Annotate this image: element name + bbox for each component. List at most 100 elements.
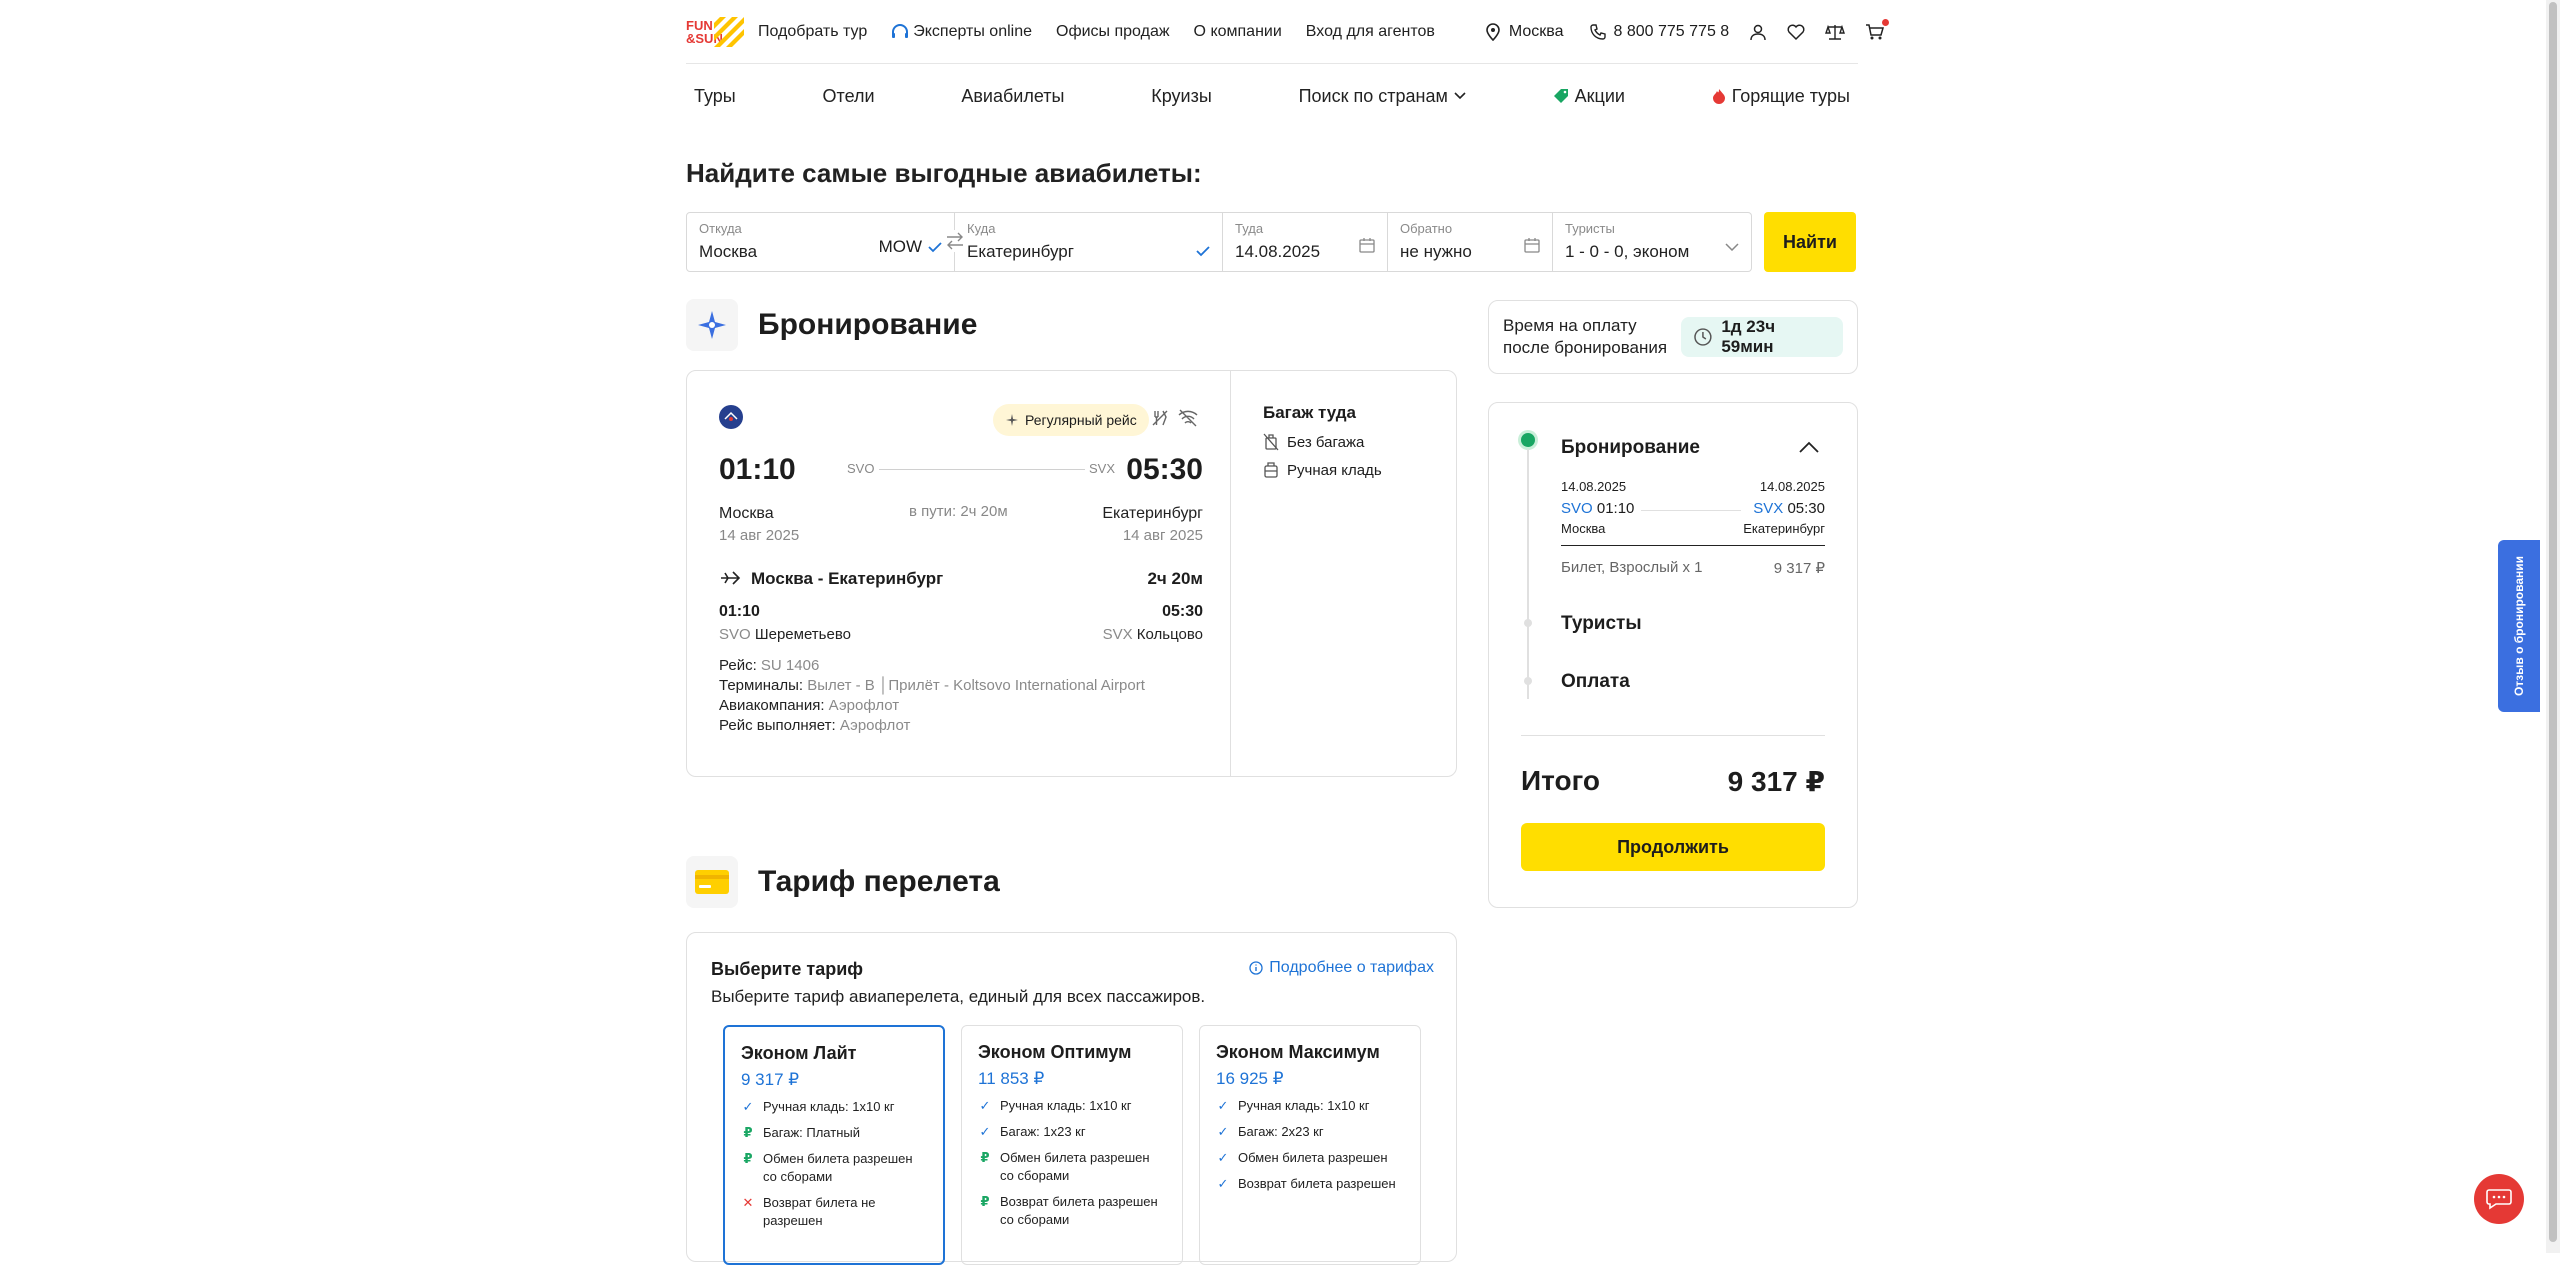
tariff-more-link[interactable]: Подробнее о тарифах [1249,959,1434,977]
plan-feature: ✓ Возврат билета разрешен [1216,1175,1404,1193]
total-label: Итого [1521,765,1600,796]
logo[interactable]: FUN &SUN [686,14,744,50]
feature-text: Обмен билета разрешен со сборами [1000,1150,1150,1183]
summary-total-separator [1521,735,1825,736]
travel-duration: в пути: 2ч 20м [909,503,1008,520]
arrival-city: Екатеринбург [1102,505,1203,522]
booking-section-title: Бронирование [686,299,977,351]
back-date-field[interactable]: Обратно не нужно [1388,212,1553,272]
step-booking-dot [1521,433,1535,447]
hand-luggage-icon [1264,462,1278,478]
top-nav-offices[interactable]: Офисы продаж [1056,23,1170,41]
phone-link[interactable]: 8 800 775 775 8 [1589,23,1729,41]
top-nav-agents-login[interactable]: Вход для агентов [1306,23,1435,41]
plan-feature: ✕ Возврат билета не разрешен [741,1194,927,1230]
ruble-icon: ₽ [980,1194,990,1209]
regular-flight-badge: Регулярный рейс [993,404,1149,436]
phone-icon [1589,23,1606,40]
calendar-icon [1359,238,1375,253]
page-scrollbar[interactable] [2546,0,2560,1253]
order-summary: Бронирование 14.08.2025 14.08.2025 SVO 0… [1488,402,1858,908]
departure-plane-icon [721,571,741,585]
route-line [879,469,1085,470]
plan-price: 11 853 ₽ [978,1069,1045,1088]
user-button[interactable] [1749,23,1767,41]
departure-code: SVO [847,461,875,476]
top-bar: FUN &SUN Подобрать тур Эксперты online Оф… [686,0,1890,64]
back-right [1524,237,1540,253]
flight-card-divider [1230,371,1231,776]
hand-luggage-label: Ручная кладь [1287,461,1382,479]
departure-date: 14 авг 2025 [719,527,800,544]
swap-button[interactable] [944,230,966,252]
top-nav-find-tour[interactable]: Подобрать тур [758,23,867,41]
operated-value: Аэрофлот [839,717,911,734]
segment-departure-airport: SVO Шереметьево [719,626,851,643]
plan-price: 16 925 ₽ [1216,1069,1284,1088]
feature-text: Возврат билета разрешен со сборами [1000,1194,1158,1227]
to-field[interactable]: Куда Екатеринбург [955,212,1223,272]
top-nav-about[interactable]: О компании [1194,23,1282,41]
ruble-icon: ₽ [980,1150,990,1165]
nav-search-countries-label: Поиск по странам [1298,85,1448,106]
airline-row: Авиакомпания: Аэрофлот [719,697,899,714]
credit-card-icon [695,870,729,894]
flight-number-label: Рейс: [719,657,757,674]
airplane-icon [698,311,726,339]
nav-hot-tours[interactable]: Горящие туры [1712,86,1850,107]
ruble-icon: ₽ [743,1151,753,1166]
chat-bubble-icon [2486,1189,2512,1210]
flight-number-row: Рейс: SU 1406 [719,657,819,674]
summary-arr-time: 05:30 [1787,500,1825,517]
nav-cruises[interactable]: Круизы [1151,86,1212,107]
plan-feature: ✓ Багаж: 1x23 кг [978,1123,1166,1141]
compare-button[interactable] [1825,23,1846,41]
continue-button[interactable]: Продолжить [1521,823,1825,871]
top-nav-experts[interactable]: Эксперты online [891,23,1032,41]
feature-text: Обмен билета разрешен [1238,1150,1388,1165]
tariff-plan-maximum[interactable]: Эконом Максимум 16 925 ₽ ✓ Ручная кладь: … [1199,1025,1421,1265]
feature-text: Багаж: Платный [763,1125,860,1140]
logo-text: FUN &SUN [686,17,723,46]
nav-tours[interactable]: Туры [694,86,736,107]
tariff-section-title: Тариф перелета [686,856,1000,908]
find-button[interactable]: Найти [1764,212,1856,272]
tariff-plan-light[interactable]: Эконом Лайт 9 317 ₽ ✓ Ручная кладь: 1x10 … [723,1025,945,1265]
nav-promotions[interactable]: Акции [1553,86,1625,107]
nav-flights[interactable]: Авиабилеты [961,86,1064,107]
check-icon: ✓ [1217,1098,1229,1113]
payment-time-card: Время на оплату после бронирования 1д 23… [1488,300,1858,374]
location-pin-icon [1486,22,1500,41]
steps-line [1527,449,1529,699]
chat-button[interactable] [2474,1174,2524,1224]
total-value: 9 317 ₽ [1727,766,1825,797]
tourists-right [1725,243,1739,251]
there-date-field[interactable]: Туда 14.08.2025 [1223,212,1388,272]
baggage-none-label: Без багажа [1287,433,1365,451]
payment-time-pill: 1д 23ч 59мин [1681,317,1843,357]
cart-button[interactable] [1865,18,1890,41]
from-field[interactable]: Откуда Москва MOW [686,212,955,272]
city-selector[interactable]: Москва [1485,23,1564,41]
airline-logo [719,405,743,429]
nav-hotels[interactable]: Отели [823,86,875,107]
user-icon [1750,24,1766,40]
plan-name: Эконом Лайт [741,1043,857,1063]
summary-arr-date: 14.08.2025 [1759,479,1825,494]
scales-icon [1825,24,1846,40]
scrollbar-thumb[interactable] [2549,2,2557,1242]
feedback-tab[interactable]: Отзыв о бронировании [2498,540,2540,712]
tariff-choose-title: Выберите тариф [711,959,864,979]
chevron-up-icon[interactable] [1799,441,1819,453]
cross-icon: ✕ [742,1195,754,1210]
plan-feature: ✓ Ручная кладь: 1x10 кг [1216,1097,1404,1115]
to-value: Екатеринбург [967,242,1074,261]
tariff-plan-optimum[interactable]: Эконом Оптимум 11 853 ₽ ✓ Ручная кладь: 1… [961,1025,1183,1265]
favorites-button[interactable] [1787,23,1805,41]
nav-search-countries[interactable]: Поиск по странам [1299,86,1466,107]
from-code: MOW [878,237,922,256]
plan-feature: ₽ Возврат билета разрешен со сборами [978,1193,1166,1229]
tourists-field[interactable]: Туристы 1 - 0 - 0, эконом [1553,212,1752,272]
clock-icon [1694,328,1713,346]
plan-feature: ₽ Багаж: Платный [741,1124,927,1142]
